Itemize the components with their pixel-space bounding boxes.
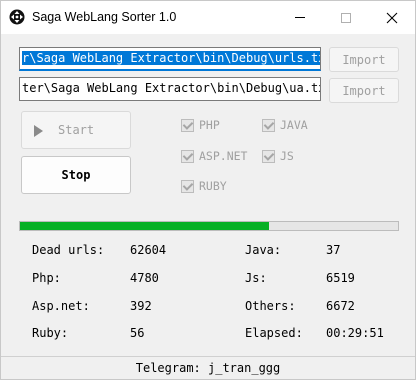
checkbox-check-icon xyxy=(262,118,275,132)
js-checkbox-label: JS xyxy=(280,149,294,163)
others-label: Others: xyxy=(245,299,296,313)
aspnet-value: 392 xyxy=(130,299,152,313)
app-window: Saga WebLang Sorter 1.0 r\Saga WebLang E… xyxy=(0,0,416,380)
php-checkbox-label: PHP xyxy=(199,118,220,132)
minimize-button[interactable] xyxy=(277,1,323,34)
java-label: Java: xyxy=(245,243,282,257)
window-title: Saga WebLang Sorter 1.0 xyxy=(32,10,177,24)
close-button[interactable] xyxy=(369,1,415,34)
js-checkbox[interactable]: JS xyxy=(262,149,294,163)
elapsed-label: Elapsed: xyxy=(245,326,303,340)
ua-path-input[interactable]: ter\Saga WebLang Extractor\bin\Debug\ua.… xyxy=(19,77,321,101)
ruby-checkbox[interactable]: RUBY xyxy=(181,179,227,193)
urls-path-input[interactable]: r\Saga WebLang Extractor\bin\Debug\urls.… xyxy=(19,47,321,71)
title-bar: Saga WebLang Sorter 1.0 xyxy=(1,1,415,34)
dead-urls-label: Dead urls: xyxy=(32,243,105,257)
ruby-value: 56 xyxy=(130,326,145,340)
php-label: Php: xyxy=(32,271,61,285)
aspnet-checkbox-label: ASP.NET xyxy=(199,149,248,163)
start-label: Start xyxy=(58,123,95,137)
stop-button[interactable]: Stop xyxy=(21,156,131,194)
maximize-icon xyxy=(341,12,351,23)
php-checkbox[interactable]: PHP xyxy=(181,118,220,132)
import-ua-button[interactable]: Import xyxy=(329,78,399,103)
elapsed-value: 00:29:51 xyxy=(326,326,384,340)
java-value: 37 xyxy=(326,243,341,257)
dead-urls-value: 62604 xyxy=(130,243,167,257)
footer-divider xyxy=(1,356,415,357)
ua-path-text: ter\Saga WebLang Extractor\bin\Debug\ua.… xyxy=(22,81,321,95)
aspnet-checkbox[interactable]: ASP.NET xyxy=(181,149,247,163)
java-checkbox[interactable]: JAVA xyxy=(262,118,308,132)
maximize-button[interactable] xyxy=(323,1,369,34)
urls-path-text: r\Saga WebLang Extractor\bin\Debug\urls.… xyxy=(22,51,320,65)
php-value: 4780 xyxy=(130,271,159,285)
start-button[interactable]: Start xyxy=(21,111,131,149)
progress-fill xyxy=(20,222,270,230)
ruby-label: Ruby: xyxy=(32,326,69,340)
close-icon xyxy=(386,12,398,23)
progress-bar xyxy=(19,221,399,231)
footer-telegram: Telegram: j_tran_ggg xyxy=(135,361,281,375)
js-value: 6519 xyxy=(326,271,355,285)
aspnet-label: Asp.net: xyxy=(32,299,90,313)
ruby-checkbox-label: RUBY xyxy=(199,179,227,193)
move-arrows-icon xyxy=(9,9,25,25)
others-value: 6672 xyxy=(326,299,355,313)
checkbox-check-icon xyxy=(181,179,194,193)
java-checkbox-label: JAVA xyxy=(280,118,308,132)
checkbox-check-icon xyxy=(181,149,194,163)
checkbox-check-icon xyxy=(181,118,194,132)
js-label: Js: xyxy=(245,271,267,285)
checkbox-check-icon xyxy=(262,149,275,163)
play-icon xyxy=(34,125,43,137)
import-urls-button[interactable]: Import xyxy=(329,47,399,72)
minimize-icon xyxy=(295,17,305,18)
